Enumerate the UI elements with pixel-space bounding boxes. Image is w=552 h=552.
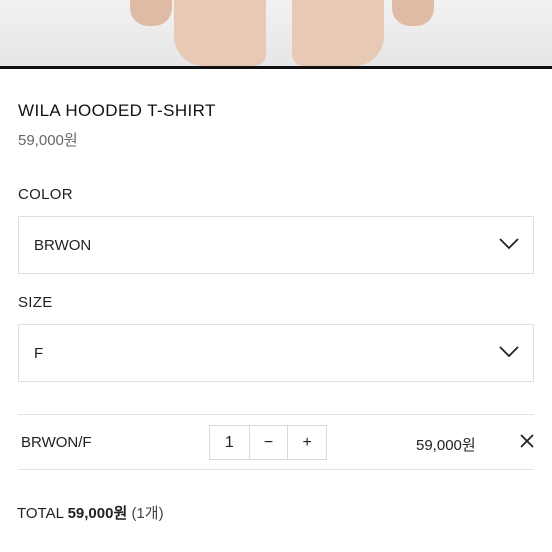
- product-title: WILA HOODED T-SHIRT: [18, 101, 216, 120]
- quantity-decrement-button[interactable]: −: [248, 426, 288, 459]
- total-count: (1개): [131, 505, 164, 522]
- quantity-stepper[interactable]: 1 − +: [209, 425, 327, 460]
- chevron-down-icon: [499, 346, 519, 358]
- chevron-down-icon: [499, 238, 519, 250]
- divider: [18, 414, 534, 415]
- color-label: COLOR: [18, 186, 73, 203]
- order-total: TOTAL 59,000원 (1개): [17, 502, 164, 523]
- image-bottom-border: [0, 66, 552, 69]
- divider: [18, 469, 534, 470]
- model-right-leg: [292, 0, 384, 66]
- model-left-leg: [174, 0, 266, 66]
- product-price: 59,000원: [18, 132, 78, 149]
- selected-option-name: BRWON/F: [21, 434, 92, 451]
- quantity-value[interactable]: 1: [210, 426, 249, 459]
- total-amount: 59,000원: [67, 505, 128, 522]
- total-label: TOTAL: [17, 505, 64, 522]
- size-selected-value: F: [34, 345, 44, 362]
- selected-option-price: 59,000원: [416, 437, 476, 454]
- close-icon[interactable]: [518, 432, 536, 450]
- product-image-background: [0, 0, 552, 66]
- color-select[interactable]: BRWON: [18, 216, 534, 274]
- color-selected-value: BRWON: [34, 237, 92, 254]
- quantity-increment-button[interactable]: +: [287, 426, 326, 459]
- size-label: SIZE: [18, 294, 53, 311]
- size-select[interactable]: F: [18, 324, 534, 382]
- product-image: [0, 0, 552, 66]
